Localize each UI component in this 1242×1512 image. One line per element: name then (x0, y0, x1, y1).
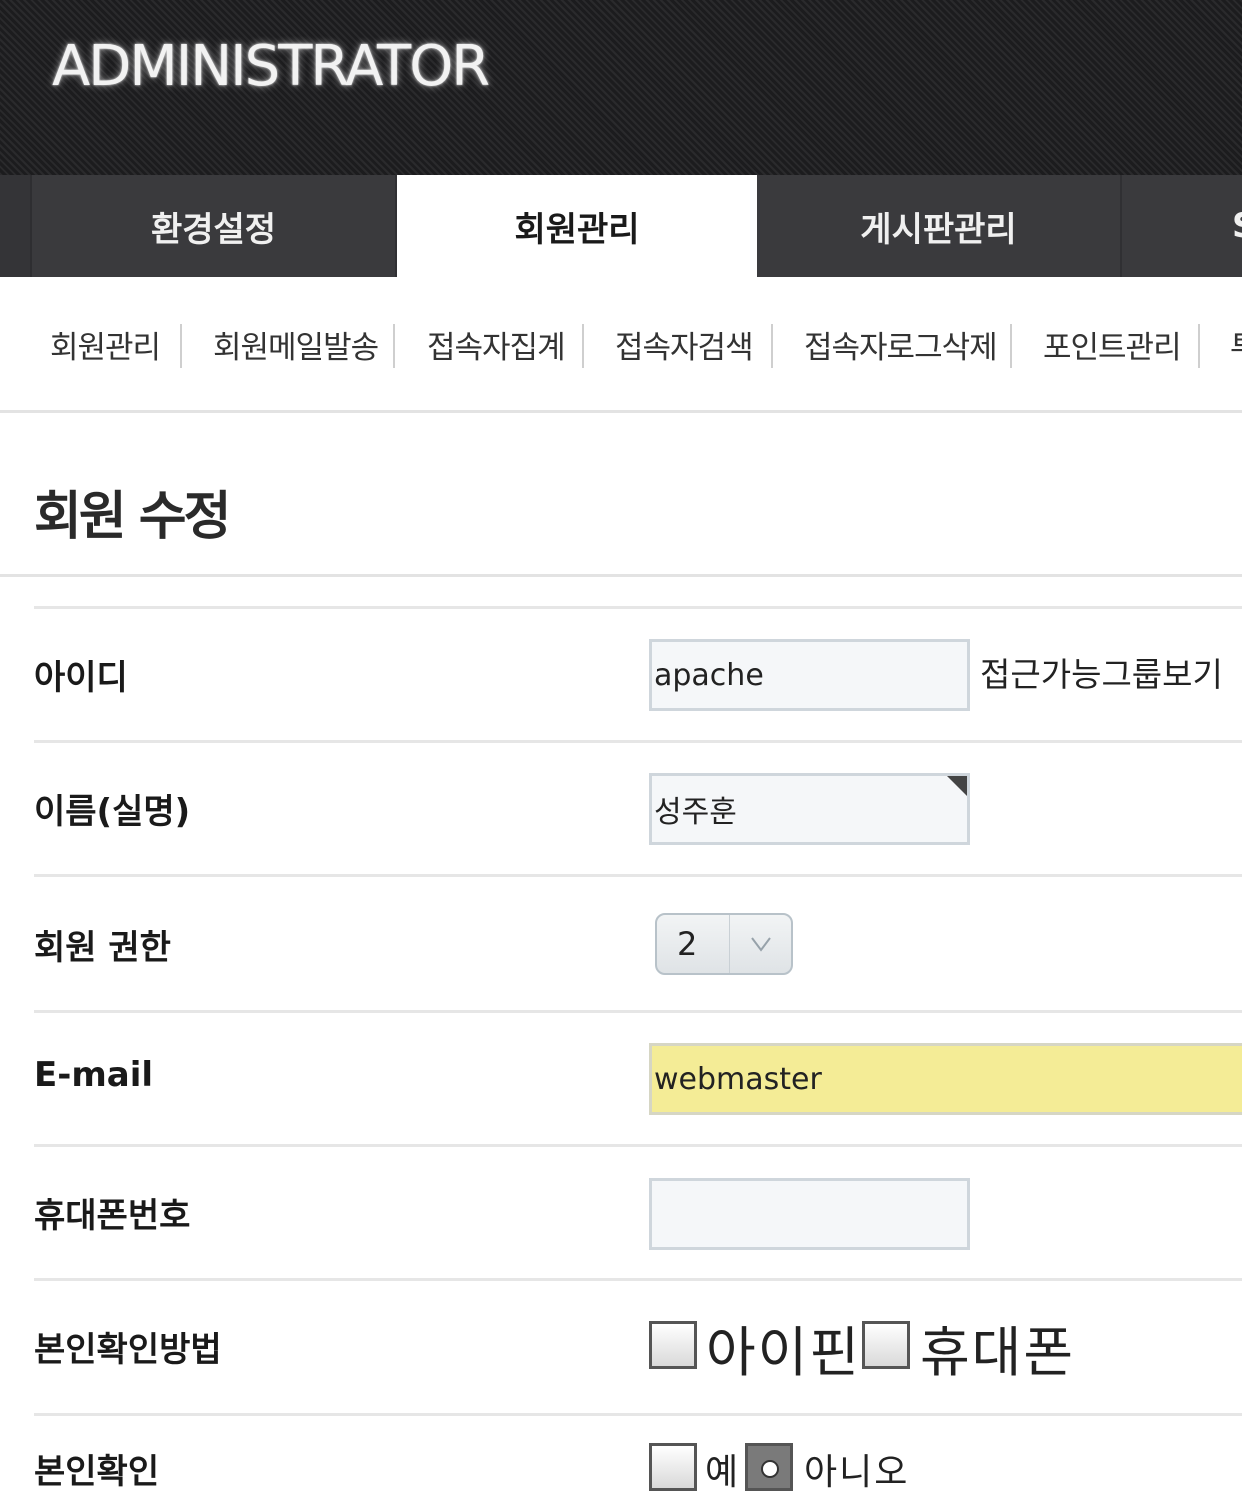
subnav-divider (180, 324, 182, 368)
ipin-option-label[interactable]: 아이핀 (706, 1308, 861, 1387)
subnav-divider (393, 324, 395, 368)
phone-label: 휴대폰번호 (34, 1196, 191, 1236)
name-value: 성주훈 (654, 795, 737, 830)
view-accessible-groups-link[interactable]: 접근가능그룹보기 (980, 648, 1223, 696)
admin-brand-logo[interactable]: ADMINISTRATOR (52, 34, 490, 99)
tab-boards[interactable]: 게시판관리 (757, 175, 1122, 277)
top-nav-edge (0, 175, 32, 277)
subnav-item-visit-search[interactable]: 접속자검색 (615, 322, 754, 367)
row-divider (34, 606, 1242, 609)
subnav-item-mail[interactable]: 회원메일발송 (213, 322, 379, 367)
email-field[interactable]: webmaster (649, 1043, 1242, 1115)
row-divider (34, 1278, 1242, 1281)
top-nav: 환경설정 회원관리 게시판관리 S (0, 175, 1242, 277)
subnav-divider (1010, 324, 1012, 368)
cert-no-radio[interactable] (745, 1443, 793, 1491)
cert-yes-radio[interactable] (649, 1443, 697, 1491)
subnav-divider (771, 324, 773, 368)
radio-selected-dot-icon (761, 1460, 779, 1478)
row-divider (34, 740, 1242, 743)
id-field[interactable]: apache (649, 639, 970, 711)
subnav-item-visit-log-delete[interactable]: 접속자로그삭제 (804, 322, 998, 367)
name-field[interactable]: 성주훈 (649, 773, 970, 845)
tab-config[interactable]: 환경설정 (32, 175, 397, 277)
cert-label: 본인확인 (34, 1452, 160, 1492)
admin-header: ADMINISTRATOR (0, 0, 1242, 175)
row-divider (34, 874, 1242, 877)
row-divider (34, 1413, 1242, 1416)
ipin-checkbox[interactable] (649, 1321, 697, 1369)
page-title: 회원 수정 (34, 487, 231, 547)
phone-cert-option-label[interactable]: 휴대폰 (920, 1308, 1075, 1387)
cert-no-label[interactable]: 아니오 (804, 1443, 909, 1495)
title-divider (0, 574, 1242, 577)
subnav-item-members[interactable]: 회원관리 (50, 322, 161, 367)
cert-yes-label[interactable]: 예 (705, 1443, 740, 1495)
subnav-divider (582, 324, 584, 368)
subnav-item-next[interactable]: 투 (1230, 322, 1242, 367)
email-label: E-mail (34, 1055, 154, 1095)
id-label: 아이디 (34, 658, 128, 698)
cert-method-label: 본인확인방법 (34, 1330, 222, 1370)
id-value: apache (654, 657, 764, 693)
row-divider (34, 1144, 1242, 1147)
subnav-item-points[interactable]: 포인트관리 (1043, 322, 1182, 367)
phone-cert-checkbox[interactable] (862, 1321, 910, 1369)
resize-corner-icon (947, 776, 967, 796)
tab-members[interactable]: 회원관리 (397, 175, 757, 277)
subnav-divider (1198, 324, 1200, 368)
email-value: webmaster (654, 1061, 822, 1097)
name-label: 이름(실명) (34, 792, 191, 832)
level-select[interactable]: 2 (655, 913, 793, 975)
level-selected-value: 2 (677, 925, 698, 963)
chevron-down-icon (729, 915, 791, 973)
row-divider (34, 1010, 1242, 1013)
level-label: 회원 권한 (34, 928, 171, 968)
tab-next[interactable]: S (1122, 175, 1242, 277)
phone-field[interactable] (649, 1178, 970, 1250)
subnav-item-visit-stats[interactable]: 접속자집계 (427, 322, 566, 367)
